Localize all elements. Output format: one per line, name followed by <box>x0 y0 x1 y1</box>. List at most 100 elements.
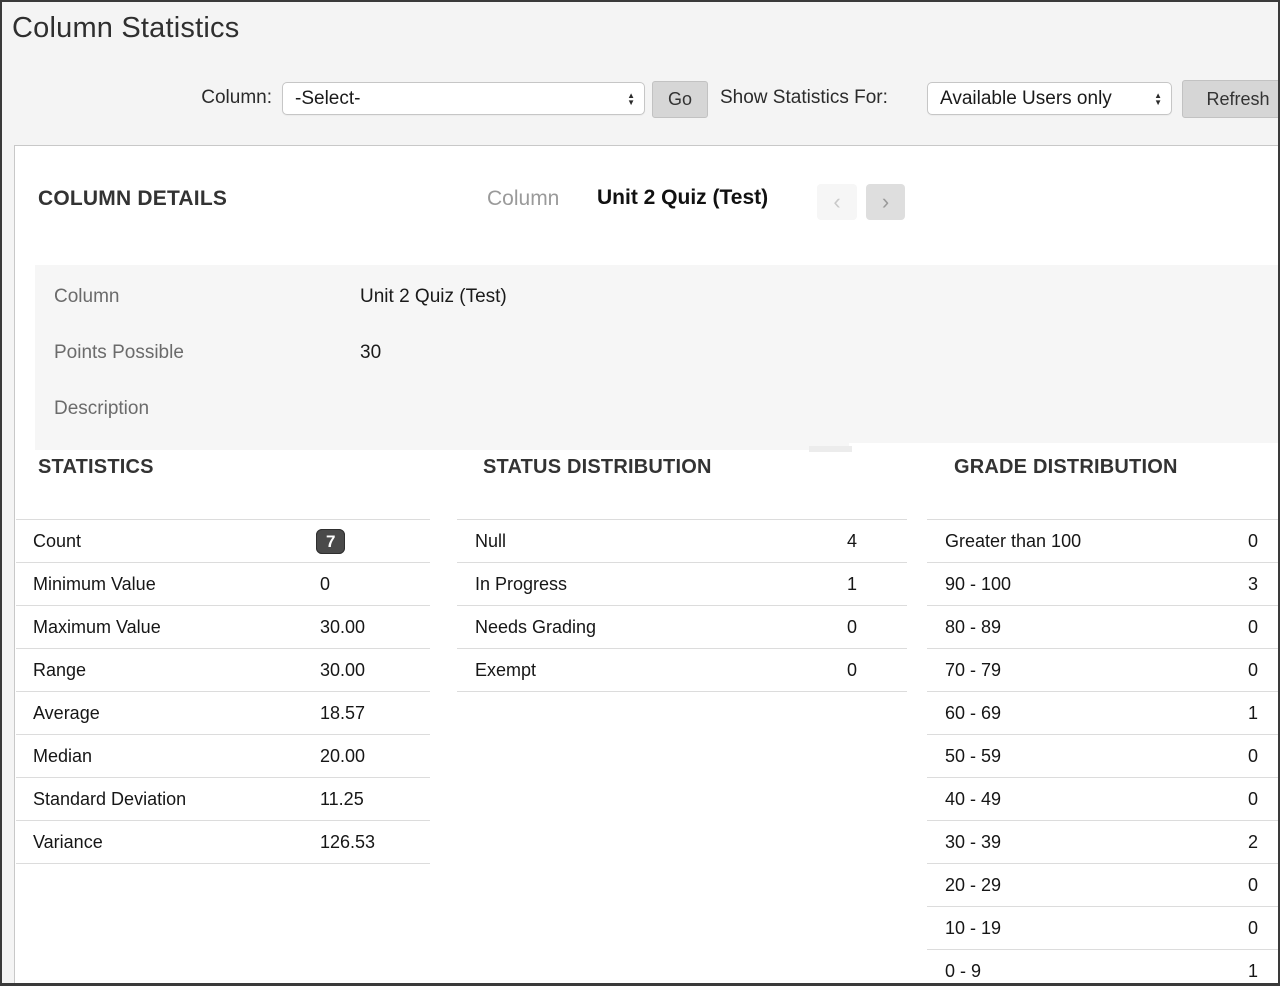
stat-label: Average <box>33 703 100 724</box>
stat-label: Median <box>33 746 92 767</box>
stat-value: 18.57 <box>320 703 365 724</box>
field-label: Description <box>54 398 149 420</box>
grade-count-value: 0 <box>1248 746 1258 767</box>
column-details-panel: Column Unit 2 Quiz (Test) Points Possibl… <box>35 265 1280 450</box>
grade-count-value: 0 <box>1248 531 1258 552</box>
table-row: 20 - 29 0 <box>927 863 1280 906</box>
column-details-heading: COLUMN DETAILS <box>38 187 227 211</box>
page-title: Column Statistics <box>12 12 239 45</box>
column-caption: Column <box>487 187 559 211</box>
current-column-name: Unit 2 Quiz (Test) <box>597 186 768 210</box>
status-distribution-heading: STATUS DISTRIBUTION <box>483 456 712 479</box>
grade-range-label: 60 - 69 <box>945 703 1001 724</box>
grade-distribution-table: Greater than 100 0 90 - 100 3 80 - 89 0 … <box>927 519 1280 986</box>
table-row: Minimum Value 0 <box>16 562 430 605</box>
grade-range-label: 80 - 89 <box>945 617 1001 638</box>
count-badge: 7 <box>316 529 345 554</box>
table-row: 10 - 19 0 <box>927 906 1280 949</box>
grade-range-label: 10 - 19 <box>945 918 1001 939</box>
statistics-heading: STATISTICS <box>38 456 154 479</box>
table-row: In Progress 1 <box>457 562 907 605</box>
statistics-table: Count 7 Minimum Value 0 Maximum Value 30… <box>16 519 430 864</box>
grade-range-label: Greater than 100 <box>945 531 1081 552</box>
table-row: 50 - 59 0 <box>927 734 1280 777</box>
table-row: Variance 126.53 <box>16 820 430 863</box>
grade-count-value: 0 <box>1248 617 1258 638</box>
table-row: 70 - 79 0 <box>927 648 1280 691</box>
stat-value: 30.00 <box>320 660 365 681</box>
stat-value: 126.53 <box>320 832 375 853</box>
show-statistics-for-select[interactable]: Available Users only ▲▼ <box>927 82 1172 115</box>
status-label: In Progress <box>475 574 567 595</box>
table-row: 90 - 100 3 <box>927 562 1280 605</box>
grade-range-label: 90 - 100 <box>945 574 1011 595</box>
status-label: Needs Grading <box>475 617 596 638</box>
status-value: 4 <box>847 531 857 552</box>
status-value: 0 <box>847 617 857 638</box>
grade-count-value: 0 <box>1248 875 1258 896</box>
grade-range-label: 70 - 79 <box>945 660 1001 681</box>
stat-label: Maximum Value <box>33 617 161 638</box>
grade-count-value: 3 <box>1248 574 1258 595</box>
status-label: Exempt <box>475 660 536 681</box>
panel-notch <box>849 443 1280 451</box>
stat-value: 30.00 <box>320 617 365 638</box>
table-row: Exempt 0 <box>457 648 907 691</box>
grade-count-value: 0 <box>1248 918 1258 939</box>
table-row: Median 20.00 <box>16 734 430 777</box>
stat-value: 0 <box>320 574 330 595</box>
updown-arrows-icon: ▲▼ <box>1154 92 1162 106</box>
show-statistics-for-value: Available Users only <box>940 88 1112 110</box>
status-value: 0 <box>847 660 857 681</box>
refresh-button[interactable]: Refresh <box>1182 80 1280 118</box>
column-select[interactable]: -Select- ▲▼ <box>282 82 645 115</box>
table-row: Standard Deviation 11.25 <box>16 777 430 820</box>
table-row: 40 - 49 0 <box>927 777 1280 820</box>
show-statistics-for-label: Show Statistics For: <box>720 87 888 109</box>
column-select-value: -Select- <box>295 88 360 110</box>
field-value: 30 <box>360 342 381 364</box>
stat-label: Standard Deviation <box>33 789 186 810</box>
table-row: 30 - 39 2 <box>927 820 1280 863</box>
updown-arrows-icon: ▲▼ <box>627 92 635 106</box>
chevron-right-icon: › <box>882 191 889 213</box>
grade-range-label: 0 - 9 <box>945 961 981 982</box>
stat-label: Count <box>33 531 81 552</box>
field-label: Column <box>54 286 119 308</box>
status-distribution-table: Null 4 In Progress 1 Needs Grading 0 Exe… <box>457 519 907 692</box>
field-label: Points Possible <box>54 342 184 364</box>
panel-notch-line <box>809 446 852 452</box>
table-row: 0 - 9 1 <box>927 949 1280 986</box>
chevron-left-icon: ‹ <box>833 191 840 213</box>
previous-column-button[interactable]: ‹ <box>817 184 857 220</box>
grade-count-value: 1 <box>1248 703 1258 724</box>
table-row: Null 4 <box>457 519 907 562</box>
next-column-button[interactable]: › <box>866 184 905 220</box>
grade-range-label: 30 - 39 <box>945 832 1001 853</box>
table-row: 60 - 69 1 <box>927 691 1280 734</box>
grade-count-value: 0 <box>1248 660 1258 681</box>
grade-range-label: 40 - 49 <box>945 789 1001 810</box>
stat-label: Range <box>33 660 86 681</box>
stat-label: Variance <box>33 832 103 853</box>
stat-value: 20.00 <box>320 746 365 767</box>
column-select-label: Column: <box>187 87 272 109</box>
grade-range-label: 20 - 29 <box>945 875 1001 896</box>
grade-count-value: 2 <box>1248 832 1258 853</box>
grade-count-value: 1 <box>1248 961 1258 982</box>
table-row: Maximum Value 30.00 <box>16 605 430 648</box>
table-row: Average 18.57 <box>16 691 430 734</box>
grade-distribution-heading: GRADE DISTRIBUTION <box>954 456 1178 479</box>
grade-range-label: 50 - 59 <box>945 746 1001 767</box>
column-statistics-page: Column Statistics Column: -Select- ▲▼ Go… <box>0 0 1280 986</box>
field-value: Unit 2 Quiz (Test) <box>360 286 507 308</box>
stat-value: 11.25 <box>320 789 364 810</box>
grade-count-value: 0 <box>1248 789 1258 810</box>
table-row: Needs Grading 0 <box>457 605 907 648</box>
go-button[interactable]: Go <box>652 81 708 118</box>
table-row: 80 - 89 0 <box>927 605 1280 648</box>
status-label: Null <box>475 531 506 552</box>
table-row: Greater than 100 0 <box>927 519 1280 562</box>
status-value: 1 <box>847 574 857 595</box>
table-row: Count 7 <box>16 519 430 562</box>
